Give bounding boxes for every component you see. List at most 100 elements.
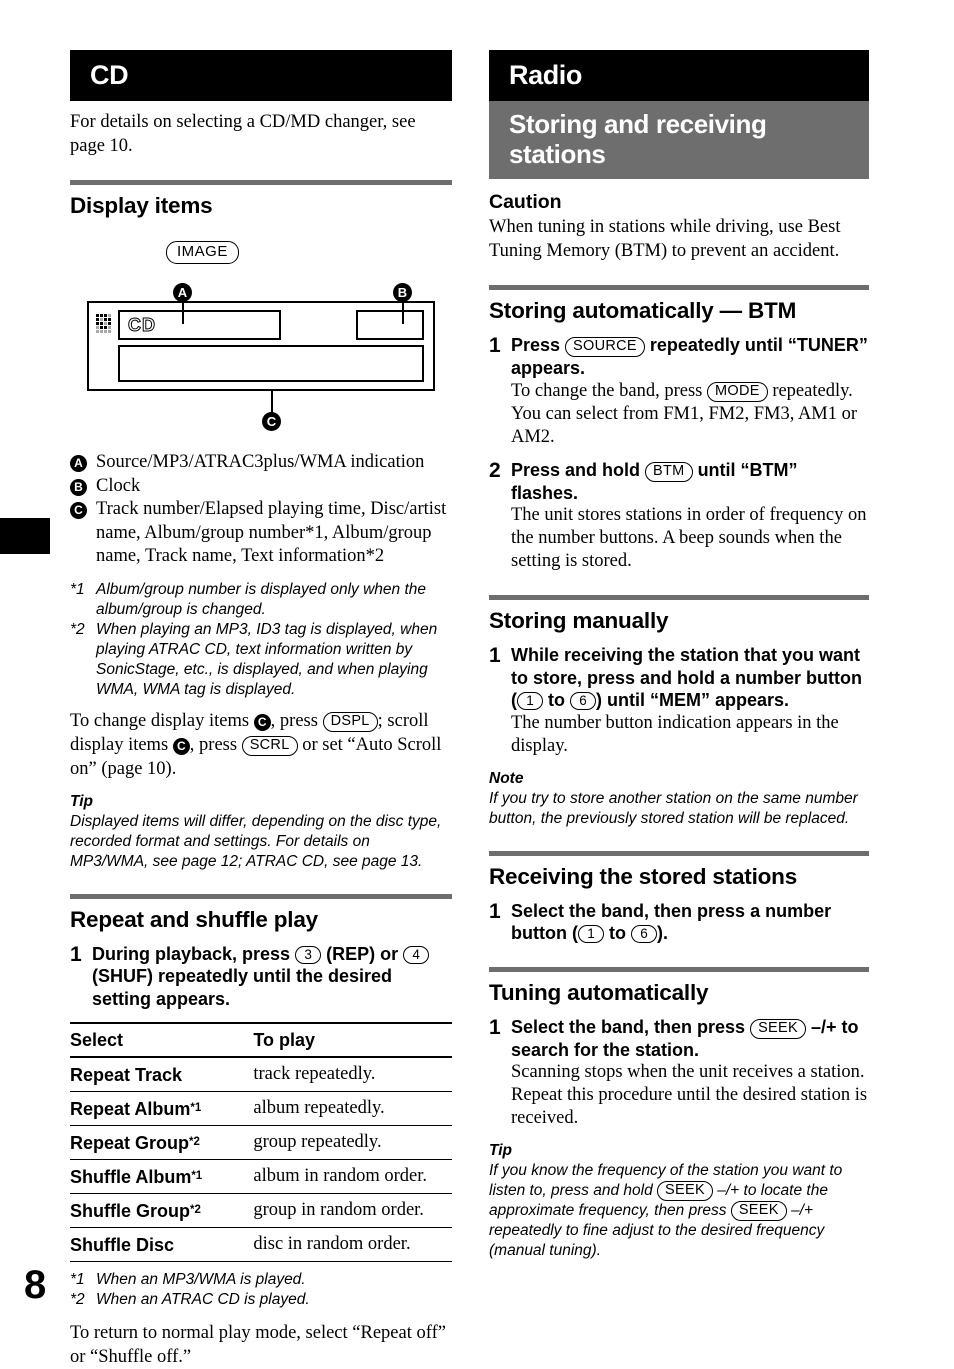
cell-toplay: group in random order.	[253, 1193, 452, 1228]
dspl-key[interactable]: DSPL	[322, 711, 378, 732]
receiving-text3: ).	[656, 923, 668, 943]
section-divider	[489, 966, 869, 972]
number-key-4[interactable]: 4	[403, 945, 430, 964]
display-legend: A Source/MP3/ATRAC3plus/WMA indication B…	[70, 451, 452, 569]
seek-key[interactable]: SEEK	[657, 1181, 713, 1201]
change-text-part4: , press	[189, 734, 242, 755]
caution-text: When tuning in stations while driving, u…	[489, 217, 841, 261]
inline-badge-c: C	[253, 713, 271, 731]
marker-c: C	[262, 412, 281, 431]
marker-b: B	[393, 283, 412, 302]
lcd-panel: CD	[87, 301, 435, 391]
table-row: Repeat Track track repeatedly.	[70, 1057, 452, 1092]
cell-select-footnote: *1	[190, 1102, 202, 1114]
step-number: 1	[489, 334, 501, 357]
number-key-3[interactable]: 3	[295, 945, 322, 964]
btm-step2-text1: Press and hold	[511, 459, 646, 480]
legend-text: Source/MP3/ATRAC3plus/WMA indication	[96, 452, 425, 472]
lcd-main-field	[118, 345, 424, 382]
number-key-1[interactable]: 1	[517, 692, 543, 710]
receiving-heading: Receiving the stored stations	[489, 863, 798, 889]
leader-c	[271, 391, 273, 413]
legend-item: C Track number/Elapsed playing time, Dis…	[70, 498, 452, 569]
change-text-part1: To change display items	[70, 710, 254, 731]
note-text: If you try to store another station on t…	[489, 789, 858, 827]
footnote-text: When an MP3/WMA is played.	[96, 1271, 306, 1288]
manual-text3: ) until “MEM” appears.	[596, 690, 790, 710]
repeat-shuffle-footnotes: *1 When an MP3/WMA is played. *2 When an…	[70, 1270, 452, 1310]
dot-matrix-icon	[96, 314, 111, 333]
footnote-text: When playing an MP3, ID3 tag is displaye…	[96, 620, 438, 698]
scrl-key[interactable]: SCRL	[241, 735, 298, 756]
cell-select-footnote: *1	[191, 1170, 203, 1182]
section-divider	[70, 180, 452, 185]
legend-badge-b: B	[70, 478, 87, 496]
step-title: During playback, press 3 (REP) or 4 (SHU…	[92, 943, 452, 1011]
step-text-part2: (REP) or	[321, 943, 404, 964]
legend-badge-c: C	[70, 502, 87, 519]
tip-heading: Tip	[489, 1142, 512, 1159]
table-row: Shuffle Album*1 album in random order.	[70, 1159, 452, 1194]
legend-text: Clock	[96, 475, 141, 496]
seek-key[interactable]: SEEK	[750, 1018, 806, 1039]
cell-toplay: track repeatedly.	[253, 1057, 452, 1092]
cell-toplay: group repeatedly.	[253, 1125, 452, 1160]
btm-heading: Storing automatically — BTM	[489, 298, 797, 323]
table-row: Repeat Album*1 album repeatedly.	[70, 1091, 452, 1126]
footnote-text: Album/group number is displayed only whe…	[96, 580, 426, 618]
legend-item: B Clock	[70, 475, 452, 499]
section-divider	[489, 285, 869, 290]
manual-step-1: 1 While receiving the station that you w…	[489, 644, 869, 758]
tuning-tip-block: Tip If you know the frequency of the sta…	[489, 1141, 869, 1261]
step-body: While receiving the station that you wan…	[511, 644, 869, 758]
repeat-shuffle-heading: Repeat and shuffle play	[70, 906, 318, 932]
note-heading: Note	[489, 769, 524, 787]
cell-toplay: album repeatedly.	[253, 1091, 452, 1126]
receiving-step-1: 1 Select the band, then press a number b…	[489, 900, 869, 945]
repeat-shuffle-closing-text: To return to normal play mode, select “R…	[70, 1323, 446, 1367]
number-key-6[interactable]: 6	[630, 925, 657, 943]
section-divider	[489, 595, 869, 600]
storing-receiving-banner: Storing and receiving stations	[489, 101, 869, 179]
caution-heading: Caution	[489, 191, 562, 213]
legend-text: Track number/Elapsed playing time, Disc/…	[96, 499, 447, 566]
cell-select-label: Repeat Album	[70, 1099, 191, 1119]
step-detail: Scanning stops when the unit receives a …	[511, 1062, 868, 1128]
seek-key[interactable]: SEEK	[730, 1201, 787, 1221]
legend-badge-a: A	[70, 455, 87, 472]
step-body: During playback, press 3 (REP) or 4 (SHU…	[92, 943, 452, 1011]
footnote-mark: *1	[70, 580, 85, 598]
btm-step1-detail1: To change the band, press	[511, 380, 707, 401]
footnote: *2 When an ATRAC CD is played.	[70, 1290, 452, 1310]
chapter-thumb-tab	[0, 518, 50, 554]
cell-select: Shuffle Group*2	[70, 1193, 254, 1228]
cell-select-label: Shuffle Group	[70, 1201, 190, 1221]
tip-text: Displayed items will differ, depending o…	[70, 812, 442, 870]
cell-select-label: Repeat Track	[70, 1065, 183, 1085]
step-title: Select the band, then press a number but…	[511, 900, 869, 945]
cell-toplay: disc in random order.	[253, 1227, 452, 1262]
legend-badge: A	[70, 451, 96, 472]
step-text-part3: (SHUF) repeatedly until the desired sett…	[92, 966, 393, 1009]
step-body: Press SOURCE repeatedly until “TUNER” ap…	[511, 334, 869, 449]
source-key[interactable]: SOURCE	[565, 337, 645, 357]
footnote: *2 When playing an MP3, ID3 tag is displ…	[70, 620, 452, 700]
manual-page: 8 CD For details on selecting a CD/MD ch…	[0, 0, 954, 1367]
step-title: Press SOURCE repeatedly until “TUNER” ap…	[511, 334, 869, 380]
table-row: Repeat Group*2 group repeatedly.	[70, 1125, 452, 1160]
page-number: 8	[24, 1263, 47, 1307]
display-tip-block: Tip Displayed items will differ, dependi…	[70, 792, 452, 872]
step-body: Select the band, then press a number but…	[511, 900, 869, 945]
step-number: 2	[489, 458, 501, 482]
cell-select-footnote: *2	[189, 1136, 200, 1148]
number-key-1[interactable]: 1	[577, 925, 604, 943]
column-header-toplay: To play	[253, 1022, 452, 1058]
mode-key[interactable]: MODE	[706, 381, 768, 402]
number-key-6[interactable]: 6	[570, 692, 596, 710]
step-text-part1: During playback, press	[92, 943, 296, 964]
tip-heading: Tip	[70, 792, 93, 810]
change-text-part2: , press	[270, 710, 323, 731]
legend-badge: C	[70, 498, 96, 519]
receiving-text1: Select the band, then press a number but…	[511, 900, 832, 944]
btm-key[interactable]: BTM	[645, 461, 693, 482]
